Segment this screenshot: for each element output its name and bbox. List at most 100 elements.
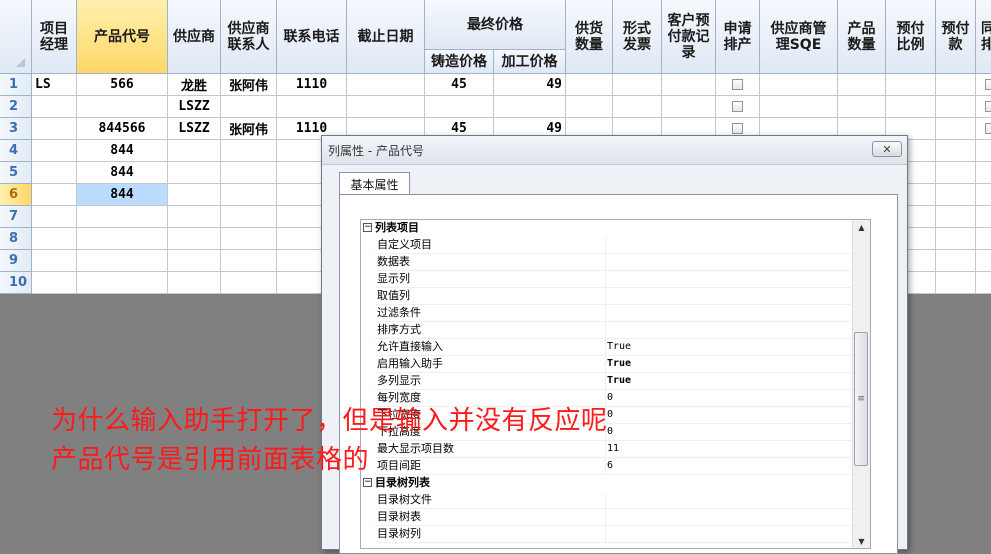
row-header[interactable]: 1 — [0, 74, 32, 96]
cell-supplier-contact[interactable] — [221, 272, 277, 294]
property-value[interactable] — [605, 322, 856, 339]
cell-same[interactable] — [976, 140, 991, 162]
col-header-phone[interactable]: 联系电话 — [277, 0, 347, 74]
cell-supplier-contact[interactable] — [221, 184, 277, 206]
cell-supplier-contact[interactable] — [221, 162, 277, 184]
col-header-supplier-sqe[interactable]: 供应商管 理SQE — [760, 0, 838, 74]
cell-phone[interactable] — [277, 96, 347, 118]
cell-prepay[interactable] — [936, 118, 976, 140]
cell-product-code[interactable] — [77, 228, 168, 250]
checkbox[interactable] — [732, 123, 743, 134]
row-header[interactable]: 2 — [0, 96, 32, 118]
cell-manager[interactable] — [32, 206, 77, 228]
cell-manager[interactable] — [32, 250, 77, 272]
property-value[interactable]: True — [605, 356, 856, 373]
cell-manager[interactable] — [32, 96, 77, 118]
cell-process-price[interactable]: 49 — [494, 74, 566, 96]
checkbox[interactable] — [985, 79, 991, 90]
col-header-product-code[interactable]: 产品代号 — [77, 0, 168, 74]
property-row[interactable]: 取值列 — [361, 288, 856, 305]
cell-prepay-record[interactable] — [662, 74, 716, 96]
cell-manager[interactable] — [32, 118, 77, 140]
cell-manager[interactable]: LS — [32, 74, 77, 96]
select-all-corner[interactable] — [0, 0, 32, 74]
cell-manager[interactable] — [32, 184, 77, 206]
cell-prepay[interactable] — [936, 272, 976, 294]
cell-manager[interactable] — [32, 140, 77, 162]
cell-supplier-sqe[interactable] — [760, 96, 838, 118]
property-row[interactable]: 目录树表 — [361, 509, 856, 526]
property-row[interactable]: 启用输入助手 True — [361, 356, 856, 373]
row-header[interactable]: 3 — [0, 118, 32, 140]
cell-same[interactable] — [976, 228, 991, 250]
property-grid-scrollbar[interactable]: ▲ ≡ ▼ — [852, 220, 870, 548]
cell-supplier-contact[interactable]: 张阿伟 — [221, 118, 277, 140]
property-row[interactable]: 排序方式 — [361, 322, 856, 339]
cell-same[interactable] — [976, 74, 991, 96]
row-header[interactable]: 9 — [0, 250, 32, 272]
col-header-prepay-record[interactable]: 客户预 付款记 录 — [662, 0, 716, 74]
property-row[interactable]: 允许直接输入 True — [361, 339, 856, 356]
property-row[interactable]: 显示列 — [361, 271, 856, 288]
cell-deadline[interactable] — [347, 96, 425, 118]
cell-product-code[interactable] — [77, 250, 168, 272]
cell-supplier[interactable] — [168, 184, 221, 206]
cell-prepay[interactable] — [936, 140, 976, 162]
row-header[interactable]: 4 — [0, 140, 32, 162]
cell-supplier[interactable]: 龙胜 — [168, 74, 221, 96]
cell-apply-schedule[interactable] — [716, 96, 760, 118]
cell-supplier[interactable] — [168, 228, 221, 250]
close-button[interactable]: ✕ — [872, 141, 902, 157]
cell-supplier-contact[interactable] — [221, 206, 277, 228]
dialog-titlebar[interactable]: 列属性 - 产品代号 ✕ — [322, 136, 907, 165]
cell-prepay[interactable] — [936, 162, 976, 184]
cell-product-code[interactable] — [77, 272, 168, 294]
cell-apply-schedule[interactable] — [716, 74, 760, 96]
col-header-deadline[interactable]: 截止日期 — [347, 0, 425, 74]
property-row[interactable]: 目录树列 — [361, 526, 856, 543]
cell-supplier-contact[interactable]: 张阿伟 — [221, 74, 277, 96]
cell-prepay[interactable] — [936, 96, 976, 118]
property-value[interactable] — [605, 237, 856, 254]
cell-invoice[interactable] — [613, 74, 662, 96]
property-value[interactable]: True — [605, 373, 856, 390]
property-value[interactable]: True — [605, 339, 856, 356]
property-value[interactable] — [605, 288, 856, 305]
scroll-thumb[interactable]: ≡ — [854, 332, 868, 466]
row-header[interactable]: 8 — [0, 228, 32, 250]
cell-same[interactable] — [976, 118, 991, 140]
col-header-same[interactable]: 同 排 — [976, 0, 991, 74]
property-value[interactable] — [605, 509, 856, 526]
cell-prepay[interactable] — [936, 250, 976, 272]
cell-invoice[interactable] — [613, 96, 662, 118]
row-header[interactable]: 6 — [0, 184, 32, 206]
cell-manager[interactable] — [32, 162, 77, 184]
cell-prepay[interactable] — [936, 74, 976, 96]
cell-product-qty[interactable] — [838, 74, 886, 96]
cell-prepay[interactable] — [936, 184, 976, 206]
cell-supplier[interactable] — [168, 140, 221, 162]
property-row[interactable]: 多列显示 True — [361, 373, 856, 390]
cell-prepay-ratio[interactable] — [886, 96, 936, 118]
cell-prepay[interactable] — [936, 206, 976, 228]
cell-cast-price[interactable]: 45 — [425, 74, 494, 96]
cell-manager[interactable] — [32, 228, 77, 250]
cell-product-qty[interactable] — [838, 96, 886, 118]
cell-same[interactable] — [976, 206, 991, 228]
scroll-down-arrow-icon[interactable]: ▼ — [853, 534, 870, 548]
checkbox[interactable] — [985, 123, 991, 134]
cell-prepay[interactable] — [936, 228, 976, 250]
property-value[interactable]: 11 — [605, 441, 856, 458]
property-value[interactable] — [605, 492, 856, 509]
cell-supply-qty[interactable] — [566, 74, 613, 96]
col-header-supplier-contact[interactable]: 供应商 联系人 — [221, 0, 277, 74]
cell-manager[interactable] — [32, 272, 77, 294]
row-header[interactable]: 10 — [0, 272, 32, 294]
cell-same[interactable] — [976, 96, 991, 118]
property-value[interactable] — [605, 271, 856, 288]
cell-supplier[interactable]: LSZZ — [168, 96, 221, 118]
col-header-prepay[interactable]: 预付 款 — [936, 0, 976, 74]
checkbox[interactable] — [985, 101, 991, 112]
property-value[interactable] — [605, 305, 856, 322]
cell-product-code[interactable]: 844 — [77, 184, 168, 206]
